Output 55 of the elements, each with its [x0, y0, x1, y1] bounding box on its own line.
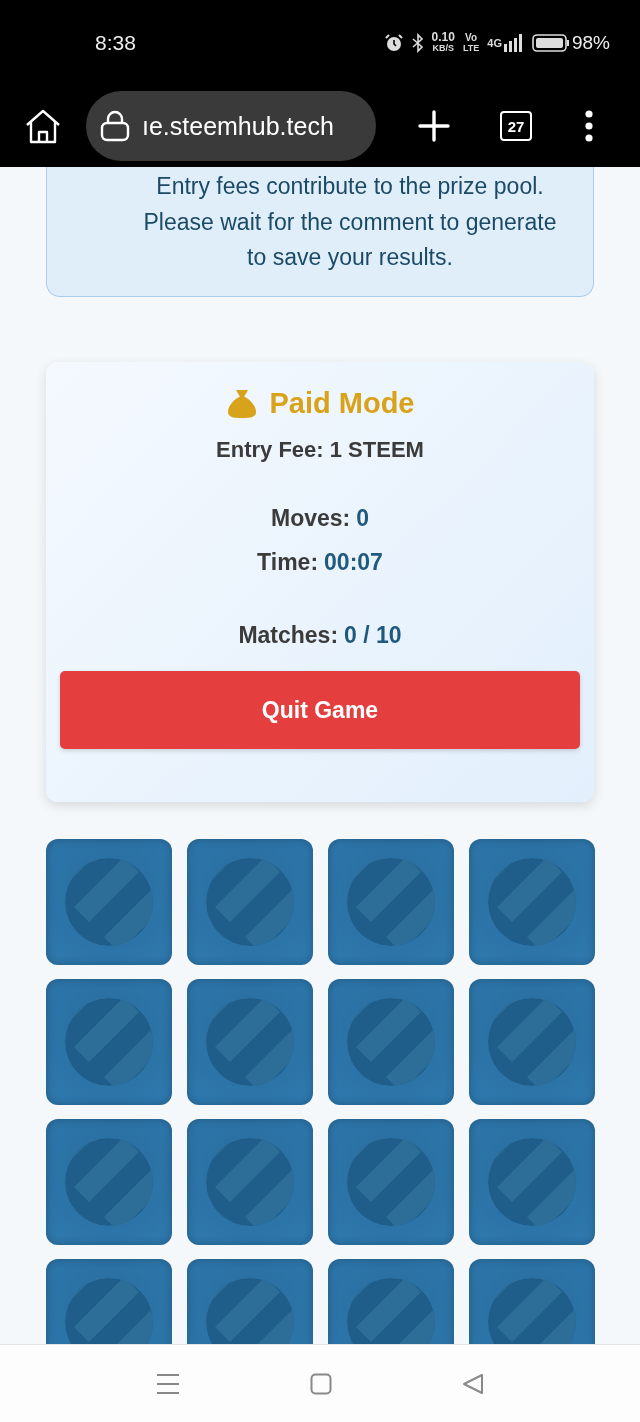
stat-value: 0 / 10: [344, 622, 402, 649]
notice-text: Entry fees contribute to the prize pool. Please wait for the comment to generate to save your results.: [142, 172, 558, 272]
striped-circle-icon: [487, 1137, 577, 1227]
striped-circle-icon: [205, 997, 295, 1087]
card-back[interactable]: [46, 1119, 172, 1245]
striped-circle-icon: [64, 1137, 154, 1227]
alarm-clock-icon: [383, 32, 404, 53]
lock-icon: [100, 110, 130, 142]
square-icon[interactable]: [310, 1372, 332, 1395]
status-time: 8:38: [95, 30, 136, 55]
card-back[interactable]: [187, 839, 313, 965]
battery-icon: [531, 33, 570, 52]
striped-circle-icon: [487, 997, 577, 1087]
striped-circle-icon: [487, 857, 577, 947]
striped-circle-icon: [346, 857, 436, 947]
striped-circle-icon: [346, 1137, 436, 1227]
card-back[interactable]: [469, 979, 595, 1105]
stat-value: 00:07: [324, 549, 383, 576]
card-back[interactable]: [46, 839, 172, 965]
card-back[interactable]: [187, 1119, 313, 1245]
card-back[interactable]: [328, 839, 454, 965]
stat-label: Matches:: [238, 622, 339, 649]
net-speed-unit: KB/S: [432, 42, 454, 54]
quit-game-button[interactable]: Quit Game: [60, 671, 580, 749]
striped-circle-icon: [205, 1137, 295, 1227]
more-menu-icon[interactable]: [584, 110, 594, 142]
card-back[interactable]: [187, 979, 313, 1105]
card-back[interactable]: [469, 839, 595, 965]
striped-circle-icon: [346, 997, 436, 1087]
volte-sub-label: LTE: [462, 42, 480, 54]
plus-icon[interactable]: [418, 110, 450, 142]
striped-circle-icon: [205, 857, 295, 947]
signal-icon: [503, 33, 524, 52]
card-back[interactable]: [328, 979, 454, 1105]
tab-count-button[interactable]: 27: [500, 111, 532, 141]
back-triangle-icon[interactable]: [462, 1372, 484, 1395]
card-back[interactable]: [328, 1119, 454, 1245]
volte-label: Vo: [465, 31, 478, 43]
address-bar[interactable]: ıe.steemhub.tech: [86, 91, 376, 161]
card-back[interactable]: [46, 979, 172, 1105]
stat-label: Time:: [257, 549, 319, 576]
network-type: 4G: [487, 36, 502, 49]
stat-value: 0: [356, 505, 369, 532]
home-icon[interactable]: [24, 108, 62, 144]
mode-title: Paid Mode: [269, 386, 415, 420]
stat-label: Moves:: [270, 505, 351, 532]
striped-circle-icon: [64, 857, 154, 947]
net-speed: 0.10: [431, 31, 455, 43]
striped-circle-icon: [64, 997, 154, 1087]
card-back[interactable]: [469, 1119, 595, 1245]
menu-icon[interactable]: [156, 1372, 180, 1395]
entry-fee: Entry Fee: 1 STEEM: [216, 437, 424, 463]
url-text: ıe.steemhub.tech: [142, 111, 334, 141]
bluetooth-icon: [411, 32, 424, 53]
battery-percent: 98%: [571, 31, 610, 54]
